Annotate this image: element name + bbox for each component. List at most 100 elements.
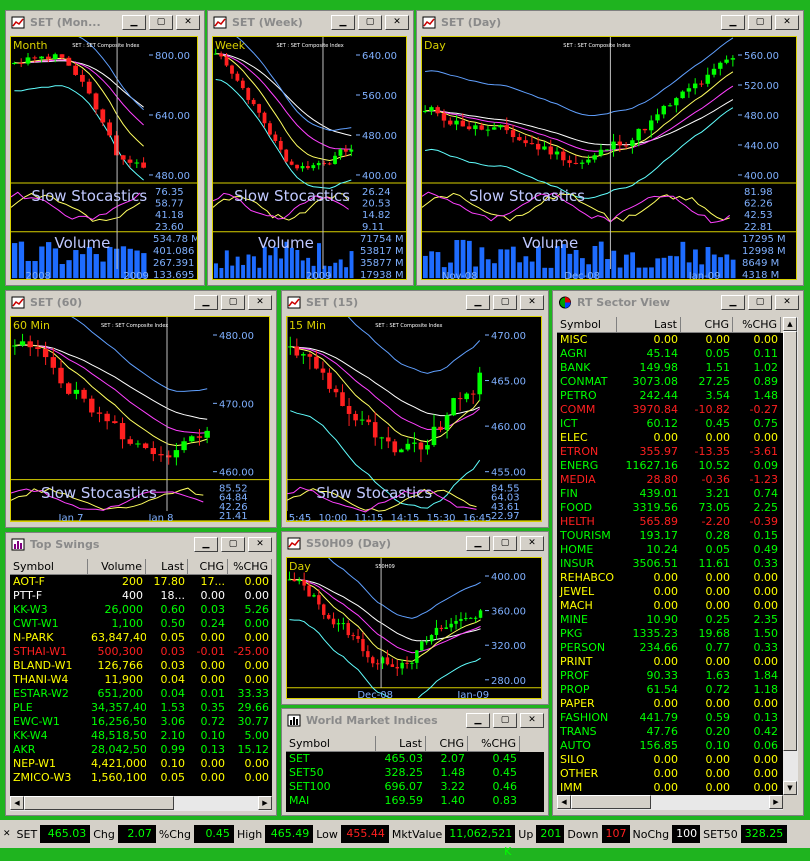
table-row[interactable]: EWC-W1 16,256,500 3.06 0.72 30.77: [10, 715, 272, 729]
table-row[interactable]: KK-W3 26,000 0.60 0.03 5.26: [10, 603, 272, 617]
table-row[interactable]: ZMICO-W3 1,560,100 0.05 0.00 0.00: [10, 771, 272, 785]
scroll-left-arrow[interactable]: ◀: [557, 795, 571, 809]
table-row[interactable]: FASHION 441.79 0.59 0.13: [557, 711, 783, 725]
maximize-button[interactable]: ▢: [493, 536, 517, 551]
table-row[interactable]: N-PARK 63,847,400 0.05 0.00 0.00: [10, 631, 272, 645]
col-symbol[interactable]: Symbol: [286, 736, 376, 752]
maximize-button[interactable]: ▢: [748, 295, 772, 310]
scroll-left-arrow[interactable]: ◀: [10, 796, 24, 810]
table-row[interactable]: NEP-W1 4,421,000 0.10 0.00 0.00: [10, 757, 272, 771]
minimize-button[interactable]: ▁: [466, 536, 490, 551]
table-row[interactable]: FOOD 3319.56 73.05 2.25: [557, 501, 783, 515]
table-row[interactable]: PLE 34,357,400 1.53 0.35 29.66: [10, 701, 272, 715]
chart-canvas[interactable]: 560.00 520.00 480.00 440.00 400.00 81.98 62.26…: [421, 36, 797, 280]
table-row[interactable]: OTHER 0.00 0.00 0.00: [557, 767, 783, 781]
table-row[interactable]: ETRON 355.97 -13.35 -3.61: [557, 445, 783, 459]
col-pctchg[interactable]: %CHG: [733, 317, 781, 333]
set-week-window[interactable]: SET (Week) ▁ ▢ ✕ 640.00 560.00 480.00 400.0…: [207, 10, 414, 286]
set-day-window[interactable]: SET (Day) ▁ ▢ ✕ 560.00 520.00 480.00 440.00…: [416, 10, 804, 286]
set-month-window[interactable]: SET (Mon... ▁ ▢ ✕ 800.00 640.00 480.00 76.3…: [5, 10, 205, 286]
table-row[interactable]: KK-W4 48,518,500 2.10 0.10 5.00: [10, 729, 272, 743]
col-last[interactable]: Last: [617, 317, 681, 333]
chart-canvas[interactable]: 640.00 560.00 480.00 400.00 26.24 20.53 14.82 9…: [212, 36, 407, 280]
maximize-button[interactable]: ▢: [149, 15, 173, 30]
chart-canvas[interactable]: 800.00 640.00 480.00 76.35 58.77 41.18 23.60 53…: [10, 36, 198, 280]
table-row[interactable]: STHAI-W1 500,300 0.03 -0.01 -25.00: [10, 645, 272, 659]
table-row[interactable]: INSUR 3506.51 11.61 0.33: [557, 557, 783, 571]
horizontal-scrollbar[interactable]: ◀ ▶: [10, 796, 272, 811]
table-row[interactable]: MACH 0.00 0.00 0.00: [557, 599, 783, 613]
table-row[interactable]: PKG 1335.23 19.68 1.50: [557, 627, 783, 641]
table-row[interactable]: PRINT 0.00 0.00 0.00: [557, 655, 783, 669]
table-row[interactable]: COMM 3970.84 -10.82 -0.27: [557, 403, 783, 417]
chart-canvas[interactable]: 400.00 360.00 320.00 280.00 Dec-08 Jan-09 Day S…: [286, 557, 542, 699]
table-row[interactable]: HOME 10.24 0.05 0.49: [557, 543, 783, 557]
col-symbol[interactable]: Symbol: [557, 317, 617, 333]
col-last[interactable]: Last: [376, 736, 426, 752]
close-button[interactable]: ✕: [385, 15, 409, 30]
chart-titlebar[interactable]: SET (Day) ▁ ▢ ✕: [419, 13, 801, 33]
table-row[interactable]: AOT-F 200 17.80 17... 0.00: [10, 575, 272, 589]
minimize-button[interactable]: ▁: [721, 295, 745, 310]
close-button[interactable]: ✕: [520, 295, 544, 310]
world-indices-grid[interactable]: Symbol Last CHG %CHG SET 465.03 2.07 0.45 SE…: [286, 736, 544, 812]
top-swings-window[interactable]: Top Swings ▁ ▢ ✕ Symbol Volume Last CHG …: [5, 532, 277, 816]
world-indices-window[interactable]: World Market Indices ▁ ▢ ✕ Symbol Last C…: [281, 708, 549, 816]
maximize-button[interactable]: ▢: [493, 295, 517, 310]
col-pctchg[interactable]: %CHG: [228, 559, 272, 575]
scroll-right-arrow[interactable]: ▶: [769, 795, 783, 809]
table-row[interactable]: AKR 28,042,500 0.99 0.13 15.12: [10, 743, 272, 757]
table-row[interactable]: FIN 439.01 3.21 0.74: [557, 487, 783, 501]
set-60-window[interactable]: SET (60) ▁ ▢ ✕ 480.00 470.00 460.00 85.52 64…: [5, 290, 277, 528]
table-row[interactable]: THANI-W4 11,900 0.04 0.00 0.00: [10, 673, 272, 687]
minimize-button[interactable]: ▁: [122, 15, 146, 30]
table-row[interactable]: MAI 169.59 1.40 0.83: [286, 794, 544, 808]
minimize-button[interactable]: ▁: [466, 295, 490, 310]
table-row[interactable]: CWT-W1 1,100 0.50 0.24 0.00: [10, 617, 272, 631]
table-row[interactable]: PTT-F 400 18... 0.00 0.00: [10, 589, 272, 603]
sector-view-window[interactable]: RT Sector View ▁ ▢ ✕ Symbol Last CHG %CH…: [552, 290, 804, 816]
maximize-button[interactable]: ▢: [358, 15, 382, 30]
world-indices-titlebar[interactable]: World Market Indices ▁ ▢ ✕: [284, 711, 546, 731]
horizontal-scrollbar[interactable]: ◀ ▶: [557, 795, 783, 810]
table-row[interactable]: IMM 0.00 0.00 0.00: [557, 781, 783, 795]
table-row[interactable]: BLAND-W1 126,766 0.03 0.00 0.00: [10, 659, 272, 673]
sector-grid[interactable]: Symbol Last CHG %CHG MISC 0.00 0.00 0.00 AGR…: [557, 317, 783, 795]
table-row[interactable]: BANK 149.98 1.51 1.02: [557, 361, 783, 375]
scroll-right-arrow[interactable]: ▶: [258, 796, 272, 810]
col-last[interactable]: Last: [146, 559, 188, 575]
scroll-thumb[interactable]: [24, 796, 174, 810]
chart-titlebar[interactable]: SET (Week) ▁ ▢ ✕: [210, 13, 411, 33]
table-row[interactable]: PETRO 242.44 3.54 1.48: [557, 389, 783, 403]
top-swings-titlebar[interactable]: Top Swings ▁ ▢ ✕: [8, 535, 274, 555]
set-15-window[interactable]: SET (15) ▁ ▢ ✕ 470.00 465.00 460.00 455.00 8…: [281, 290, 549, 528]
close-button[interactable]: ✕: [520, 536, 544, 551]
table-row[interactable]: HELTH 565.89 -2.20 -0.39: [557, 515, 783, 529]
table-row[interactable]: PAPER 0.00 0.00 0.00: [557, 697, 783, 711]
col-pctchg[interactable]: %CHG: [468, 736, 520, 752]
maximize-button[interactable]: ▢: [748, 15, 772, 30]
col-chg[interactable]: CHG: [426, 736, 468, 752]
maximize-button[interactable]: ▢: [221, 295, 245, 310]
table-row[interactable]: SET100 696.07 3.22 0.46: [286, 780, 544, 794]
close-button[interactable]: ✕: [520, 713, 544, 728]
col-chg[interactable]: CHG: [681, 317, 733, 333]
table-row[interactable]: MINE 10.90 0.25 2.35: [557, 613, 783, 627]
minimize-button[interactable]: ▁: [194, 295, 218, 310]
table-row[interactable]: ENERG 11627.16 10.52 0.09: [557, 459, 783, 473]
table-row[interactable]: AUTO 156.85 0.10 0.06: [557, 739, 783, 753]
chart-titlebar[interactable]: S50H09 (Day) ▁ ▢ ✕: [284, 534, 546, 554]
vertical-scrollbar[interactable]: ▲ ▼: [783, 317, 798, 795]
chart-titlebar[interactable]: SET (15) ▁ ▢ ✕: [284, 293, 546, 313]
close-button[interactable]: ✕: [176, 15, 200, 30]
table-row[interactable]: AGRI 45.14 0.05 0.11: [557, 347, 783, 361]
chart-canvas[interactable]: 470.00 465.00 460.00 455.00 84.55 64.03 43.61 2…: [286, 316, 542, 522]
table-row[interactable]: MEDIA 28.80 -0.36 -1.23: [557, 473, 783, 487]
minimize-button[interactable]: ▁: [194, 537, 218, 552]
sector-titlebar[interactable]: RT Sector View ▁ ▢ ✕: [555, 293, 801, 313]
close-button[interactable]: ✕: [248, 537, 272, 552]
scroll-thumb[interactable]: [571, 795, 651, 809]
col-volume[interactable]: Volume: [88, 559, 146, 575]
table-row[interactable]: REHABCO 0.00 0.00 0.00: [557, 571, 783, 585]
table-row[interactable]: TOURISM 193.17 0.28 0.15: [557, 529, 783, 543]
